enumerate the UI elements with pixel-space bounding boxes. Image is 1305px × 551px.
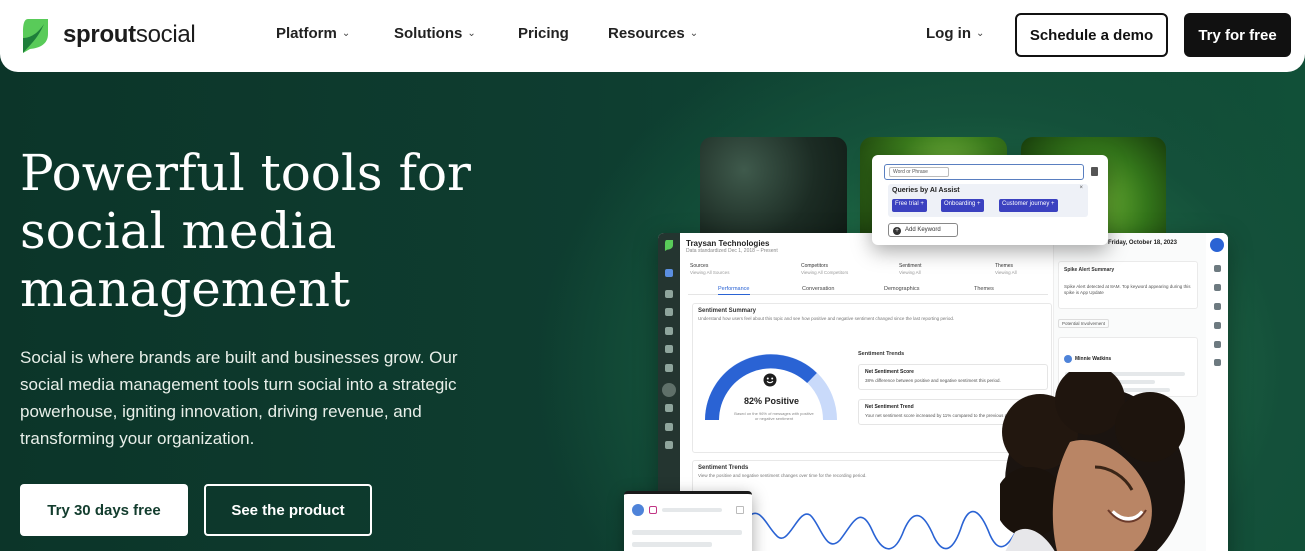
compass-icon — [665, 290, 673, 298]
keyword-field[interactable]: Word or Phrase — [884, 164, 1084, 180]
see-product-button[interactable]: See the product — [204, 484, 372, 536]
top-navigation: sproutsocial Platform ⌄ Solutions ⌄ Pric… — [0, 0, 1305, 72]
spike-alert-title: Spike Alert Summary — [1064, 267, 1115, 273]
potential-involvement-filter[interactable]: Potential Involvement — [1058, 319, 1110, 328]
avatar — [632, 504, 644, 516]
dark-leaf-photo — [700, 137, 847, 247]
tab-themes[interactable]: Themes — [974, 286, 994, 292]
trash-icon[interactable] — [1091, 167, 1098, 176]
panel-date: Friday, October 18, 2023 — [1108, 240, 1177, 246]
bell-icon — [665, 327, 673, 335]
nav-solutions-label: Solutions — [394, 25, 463, 42]
sentiment-summary-desc: Understand how users feel about this top… — [698, 316, 955, 321]
hero-headline: Powerful tools for social media manageme… — [20, 144, 471, 318]
message-author: Minnie Watkins — [1075, 356, 1112, 362]
chevron-down-icon: ⌄ — [467, 28, 476, 39]
filter-themes[interactable]: Themes Viewing All — [995, 263, 1017, 275]
try-30-days-button[interactable]: Try 30 days free — [20, 484, 188, 536]
list-icon — [665, 345, 673, 353]
post-line — [632, 530, 742, 535]
listening-icon — [662, 383, 676, 397]
eye-icon — [665, 423, 673, 431]
filter-competitors[interactable]: Competitors Viewing All Competitors — [801, 263, 848, 275]
ai-queries-heading: Queries by AI Assist — [892, 187, 960, 194]
schedule-demo-button[interactable]: Schedule a demo — [1015, 13, 1168, 57]
inbox-icon — [665, 308, 673, 316]
sentiment-trends-heading: Sentiment Trends — [858, 351, 905, 357]
dashboard-tabs: Performance Conversation Demographics Th… — [688, 285, 1048, 295]
post-line — [632, 542, 712, 547]
nav-resources-label: Resources — [608, 25, 685, 42]
layers-icon[interactable] — [1214, 322, 1221, 329]
word-phrase-select[interactable]: Word or Phrase — [889, 167, 949, 177]
sprout-leaf-icon — [23, 19, 48, 53]
bar-chart-icon — [665, 404, 673, 412]
avatar — [1064, 355, 1072, 363]
nav-resources[interactable]: Resources ⌄ — [608, 25, 698, 42]
compose-icon[interactable] — [1210, 238, 1224, 252]
hero-subheadline: Social is where brands are built and bus… — [20, 348, 458, 448]
chip-customer-journey[interactable]: Customer journey + — [999, 199, 1058, 212]
sentiment-summary-title: Sentiment Summary — [698, 308, 757, 314]
add-icon: + — [1051, 201, 1055, 207]
star-icon — [665, 441, 673, 449]
net-score-title: Net Sentiment Score — [865, 369, 914, 375]
spike-alert-text: Spike Alert detected at 8AM. Top keyword… — [1064, 284, 1191, 295]
copy-icon[interactable] — [736, 506, 744, 514]
nav-solutions[interactable]: Solutions ⌄ — [394, 25, 476, 42]
chevron-down-icon: ⌄ — [976, 28, 985, 39]
brand-wordmark: sproutsocial — [63, 20, 196, 48]
dashboard-subtitle: Data standardized Dec 1, 2018 – Present — [686, 248, 778, 254]
sentiment-trends-title: Sentiment Trends — [698, 465, 749, 471]
ai-queries-panel: Queries by AI Assist × Free trial + Onbo… — [888, 184, 1088, 217]
smiling-woman-photo — [1000, 372, 1185, 551]
dashboard-company: Traysan Technologies — [686, 239, 770, 248]
nav-pricing-label: Pricing — [518, 25, 569, 42]
send-icon — [665, 364, 673, 372]
help-icon[interactable] — [1214, 341, 1221, 348]
add-keyword-label: Add Keyword — [905, 227, 941, 233]
close-icon[interactable]: × — [1079, 185, 1083, 191]
chip-free-trial[interactable]: Free trial + — [892, 199, 927, 212]
tab-demographics[interactable]: Demographics — [884, 286, 919, 292]
post-line — [662, 508, 722, 512]
instagram-icon — [649, 506, 657, 514]
spike-alert-card: Spike Alert Summary Spike Alert detected… — [1058, 261, 1198, 309]
chip-onboarding[interactable]: Onboarding + — [941, 199, 984, 212]
nav-platform-label: Platform — [276, 25, 337, 42]
sprout-leaf-icon — [664, 240, 674, 251]
alert-icon[interactable] — [1214, 265, 1221, 272]
plus-icon: + — [893, 227, 901, 235]
folder-icon — [665, 269, 673, 277]
ai-assist-popup: Word or Phrase Queries by AI Assist × Fr… — [872, 155, 1108, 245]
add-icon: + — [977, 201, 981, 207]
nav-pricing[interactable]: Pricing — [518, 25, 569, 42]
comment-icon[interactable] — [1214, 284, 1221, 291]
chevron-down-icon: ⌄ — [341, 28, 351, 39]
try-free-button[interactable]: Try for free — [1184, 13, 1291, 57]
smile-icon — [763, 373, 777, 387]
social-post-card — [624, 491, 752, 551]
filter-bar: Sources Viewing All Sources Competitors Vi… — [688, 263, 1048, 279]
brand-logo[interactable]: sproutsocial — [20, 16, 196, 53]
add-icon: + — [920, 201, 924, 207]
gauge-note: Based on the 96% of messages with positi… — [734, 411, 814, 421]
filter-sentiment[interactable]: Sentiment Viewing All — [899, 263, 922, 275]
net-trend-title: Net Sentiment Trend — [865, 404, 914, 410]
add-keyword-button[interactable]: + Add Keyword — [888, 223, 958, 237]
tab-performance[interactable]: Performance — [718, 286, 750, 295]
nav-login[interactable]: Log in ⌄ — [926, 25, 984, 42]
gauge-value: 82% Positive — [744, 396, 800, 406]
link-icon[interactable] — [1214, 303, 1221, 310]
keyboard-icon[interactable] — [1214, 359, 1221, 366]
nav-login-label: Log in — [926, 25, 971, 42]
tab-conversation[interactable]: Conversation — [802, 286, 834, 292]
filter-sources[interactable]: Sources Viewing All Sources — [690, 263, 729, 275]
sentiment-trends-desc: View the positive and negative sentiment… — [698, 473, 867, 478]
chevron-down-icon: ⌄ — [689, 28, 699, 39]
nav-platform[interactable]: Platform ⌄ — [276, 25, 350, 42]
